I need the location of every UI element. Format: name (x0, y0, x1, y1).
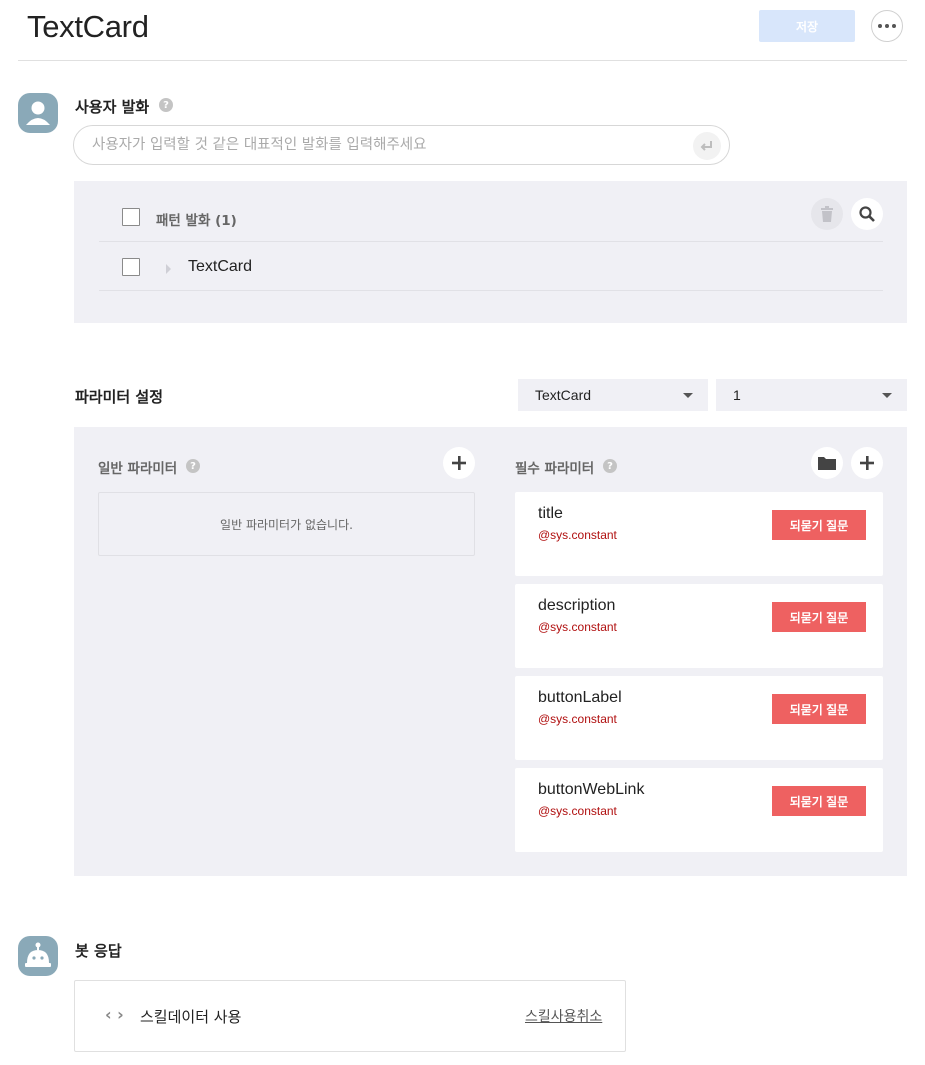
help-icon[interactable]: ? (159, 98, 173, 112)
parameter-entity: @sys.constant (538, 528, 617, 542)
delete-button[interactable] (811, 198, 843, 230)
required-parameter-card[interactable]: description @sys.constant 되묻기 질문 (515, 584, 883, 668)
utterance-input-wrapper (73, 125, 730, 165)
search-button[interactable] (851, 198, 883, 230)
parameter-name: description (538, 597, 616, 614)
add-required-parameter-button[interactable] (851, 447, 883, 479)
bot-response-label: 봇 응답 (75, 942, 122, 960)
parameter-entity: @sys.constant (538, 620, 617, 634)
help-icon[interactable]: ? (186, 459, 200, 473)
reprompt-button[interactable]: 되묻기 질문 (772, 602, 866, 632)
folder-icon (818, 457, 836, 470)
parameter-select-one-value: TextCard (535, 387, 592, 403)
bot-avatar-icon (18, 936, 58, 976)
general-parameter-empty: 일반 파라미터가 없습니다. (98, 492, 475, 556)
parameter-entity: @sys.constant (538, 804, 617, 818)
reprompt-button[interactable]: 되묻기 질문 (772, 786, 866, 816)
trash-icon (821, 206, 833, 222)
reprompt-button[interactable]: 되묻기 질문 (772, 510, 866, 540)
header-divider (18, 60, 907, 61)
add-general-parameter-button[interactable] (443, 447, 475, 479)
user-avatar-icon (18, 93, 58, 133)
required-parameter-card[interactable]: title @sys.constant 되묻기 질문 (515, 492, 883, 576)
pattern-divider (99, 241, 883, 242)
help-icon[interactable]: ? (603, 459, 617, 473)
required-parameter-card[interactable]: buttonLabel @sys.constant 되묻기 질문 (515, 676, 883, 760)
parameter-select-two[interactable]: 1 (716, 379, 907, 411)
pattern-row-checkbox[interactable] (122, 258, 140, 276)
save-button[interactable]: 저장 (759, 10, 855, 42)
general-parameter-empty-text: 일반 파라미터가 없습니다. (220, 517, 353, 532)
parameter-name: title (538, 505, 563, 522)
parameter-settings-label: 파라미터 설정 (75, 388, 164, 406)
parameter-name: buttonWebLink (538, 781, 645, 798)
utterance-input[interactable] (92, 134, 682, 156)
folder-button[interactable] (811, 447, 843, 479)
search-icon (859, 206, 875, 222)
code-brackets-icon: ‹ › (105, 1005, 124, 1024)
expand-caret-icon[interactable] (165, 260, 173, 279)
general-parameter-label: 일반 파라미터 (98, 461, 178, 477)
pattern-panel (74, 181, 907, 323)
user-utterance-label: 사용자 발화 (75, 98, 150, 116)
chevron-down-icon (683, 393, 693, 398)
more-options-button[interactable] (871, 10, 903, 42)
reprompt-button[interactable]: 되묻기 질문 (772, 694, 866, 724)
select-all-checkbox[interactable] (122, 208, 140, 226)
plus-icon (860, 456, 874, 470)
pattern-header-label: 패턴 발화 (1) (156, 213, 237, 229)
parameter-select-one[interactable]: TextCard (518, 379, 708, 411)
required-parameter-card[interactable]: buttonWebLink @sys.constant 되묻기 질문 (515, 768, 883, 852)
skill-data-box: ‹ › 스킬데이터 사용 스킬사용취소 (74, 980, 626, 1052)
skill-data-label: 스킬데이터 사용 (140, 1008, 242, 1026)
skill-cancel-link[interactable]: 스킬사용취소 (525, 1006, 602, 1026)
enter-icon[interactable] (693, 132, 721, 160)
page-title: TextCard (27, 9, 149, 44)
pattern-divider (99, 290, 883, 291)
required-parameter-label: 필수 파라미터 (515, 461, 595, 477)
pattern-text[interactable]: TextCard (188, 258, 252, 276)
parameter-entity: @sys.constant (538, 712, 617, 726)
parameter-name: buttonLabel (538, 689, 622, 706)
parameter-select-two-value: 1 (733, 387, 741, 403)
plus-icon (452, 456, 466, 470)
more-horizontal-icon (878, 24, 896, 28)
chevron-down-icon (882, 393, 892, 398)
